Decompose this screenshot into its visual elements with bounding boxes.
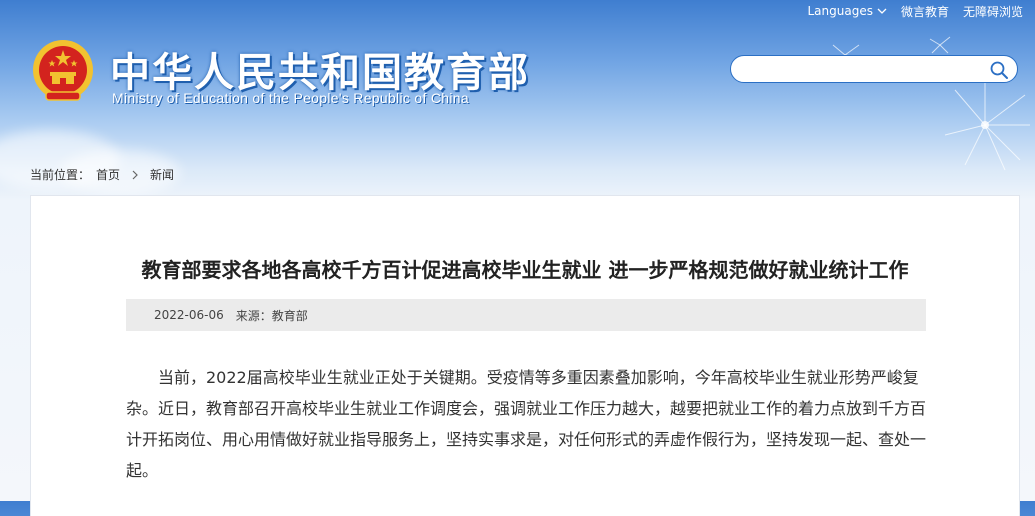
article-meta-bar: 2022-06-06 来源：教育部 <box>126 299 926 331</box>
chevron-down-icon <box>877 8 887 14</box>
breadcrumb-home-link[interactable]: 首页 <box>96 166 120 183</box>
breadcrumb: 当前位置： 首页 新闻 <box>30 166 174 183</box>
article-date: 2022-06-06 <box>154 308 224 322</box>
weibo-link[interactable]: 微言教育 <box>901 3 949 20</box>
top-utility-bar: Languages 微言教育 无障碍浏览 <box>807 2 1023 20</box>
article-panel: 教育部要求各地各高校千方百计促进高校毕业生就业 进一步严格规范做好就业统计工作 … <box>30 195 1020 516</box>
breadcrumb-prefix: 当前位置： <box>30 168 91 182</box>
search-icon[interactable] <box>989 60 1009 80</box>
site-title-english: Ministry of Education of the People's Re… <box>112 90 469 106</box>
national-emblem-icon[interactable] <box>30 38 96 108</box>
search-box <box>730 55 1018 83</box>
languages-label: Languages <box>807 4 873 18</box>
article-paragraph: 当前，2022届高校毕业生就业正处于关键期。受疫情等多重因素叠加影响，今年高校毕… <box>126 368 927 480</box>
languages-menu[interactable]: Languages <box>807 4 887 18</box>
article-source: 来源：教育部 <box>235 308 308 323</box>
breadcrumb-news-link[interactable]: 新闻 <box>150 166 174 183</box>
chevron-right-icon <box>132 170 138 179</box>
search-input[interactable] <box>743 56 997 82</box>
accessibility-link[interactable]: 无障碍浏览 <box>963 3 1023 20</box>
article-title: 教育部要求各地各高校千方百计促进高校毕业生就业 进一步严格规范做好就业统计工作 <box>141 258 909 282</box>
